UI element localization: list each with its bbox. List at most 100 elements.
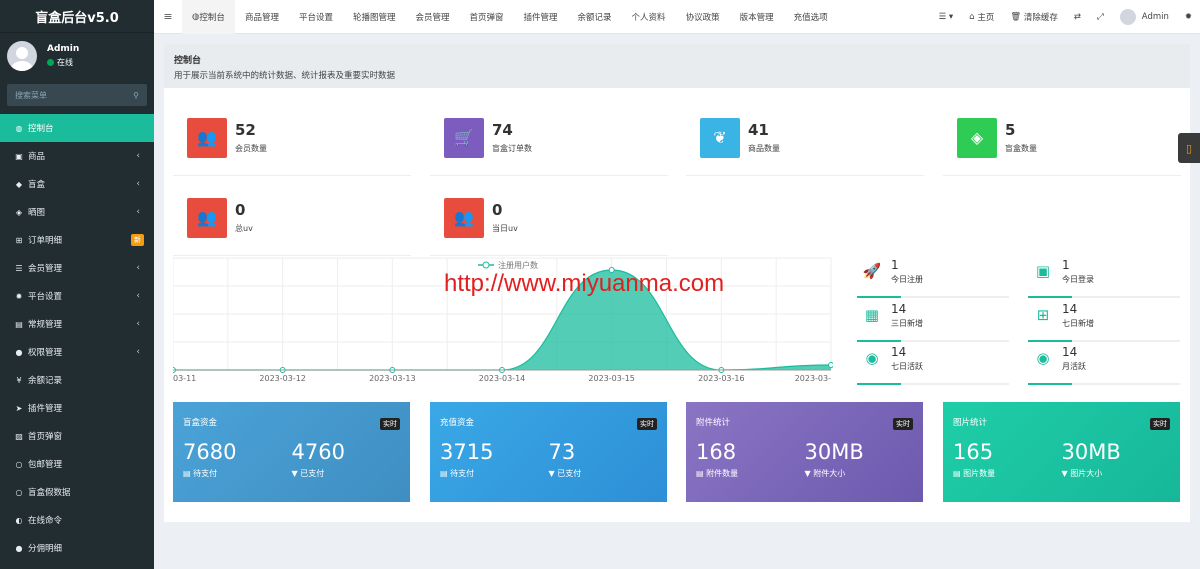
stat-label: 商品数量 (748, 144, 780, 153)
gem-icon: ◈ (15, 207, 23, 217)
sidebar-item-8[interactable]: ● 权限管理 ‹ (0, 338, 154, 366)
sidebar-item-9[interactable]: ¥ 余额记录 (0, 366, 154, 394)
card-value: 168 (696, 440, 737, 464)
chevron-left-icon[interactable]: ‹ (136, 263, 140, 273)
dashboard-icon: ◍ (15, 123, 23, 133)
sidebar-item-14[interactable]: ◐ 在线命令 (0, 506, 154, 534)
tab-1[interactable]: 商品管理 (235, 0, 289, 34)
user-status: 在线 (47, 57, 79, 68)
rocket-icon: ➤ (15, 403, 23, 413)
card-value: 73 (548, 440, 576, 464)
search-icon[interactable]: ⚲ (133, 91, 139, 100)
cube-icon: ◆ (15, 179, 23, 189)
image-icon: ▤ (953, 469, 964, 478)
card-value: 30MB (804, 440, 864, 464)
folder-icon: ▤ (15, 319, 23, 329)
side-settings-tab-icon[interactable]: ▯ (1178, 133, 1200, 163)
tab-3[interactable]: 轮播图管理 (343, 0, 406, 34)
sidebar-item-0[interactable]: ◍ 控制台 (0, 114, 154, 142)
group-icon: ● (15, 347, 23, 357)
chevron-left-icon[interactable]: ‹ (136, 319, 140, 329)
card-sub: ▼ 已支付 (549, 468, 658, 479)
sidebar-item-12[interactable]: ○ 包邮管理 (0, 450, 154, 478)
sidebar-item-2[interactable]: ◆ 盲盒 ‹ (0, 170, 154, 198)
user-circle-icon: ◉ (1036, 349, 1050, 367)
sidebar-item-10[interactable]: ➤ 插件管理 (0, 394, 154, 422)
card-value: 7680 (183, 440, 237, 464)
tab-7[interactable]: 余额记录 (568, 0, 622, 34)
sidebar-item-1[interactable]: ▣ 商品 ‹ (0, 142, 154, 170)
tab-9[interactable]: 协议政策 (676, 0, 730, 34)
tab-8[interactable]: 个人资料 (622, 0, 676, 34)
mini-stat-label: 七日活跃 (891, 362, 923, 371)
filter-icon: ▼ (804, 469, 814, 478)
tab-2[interactable]: 平台设置 (289, 0, 343, 34)
stat-box: ❦ 41 商品数量 (686, 100, 924, 176)
x-tick-label: 2023-03-12 (259, 374, 306, 383)
stat-card: 图片统计 实时 165 ▤ 图片数量 30MB ▼ 图片大小 (943, 402, 1180, 502)
user-status-label: 在线 (57, 58, 73, 67)
sidebar: 盲盒后台v5.0 Admin 在线 搜索菜单 ⚲ ◍ 控制台 ▣ 商品 ‹ ◆ 盲盒 ‹ ◈ 晒图… (0, 0, 154, 569)
admin-menu[interactable]: Admin (1112, 9, 1177, 25)
card-title: 附件统计 (696, 418, 731, 428)
stat-box: 👥 0 当日uv (430, 180, 668, 256)
x-tick-label: 03-11 (173, 374, 196, 383)
chevron-left-icon[interactable]: ‹ (136, 347, 140, 357)
settings-icon[interactable]: ✹ (1177, 12, 1200, 22)
tab-10[interactable]: 版本管理 (730, 0, 784, 34)
chevron-left-icon[interactable]: ‹ (136, 151, 140, 161)
sidebar-item-4[interactable]: ⊞ 订单明细 新 (0, 226, 154, 254)
translate-icon[interactable]: ⇄ (1066, 12, 1089, 22)
sidebar-item-7[interactable]: ▤ 常规管理 ‹ (0, 310, 154, 338)
mini-stat: ▦ 14 三日新增 (857, 302, 1009, 342)
mini-stat-value: 14 (1062, 302, 1078, 316)
mini-stat-value: 1 (1062, 258, 1070, 272)
users-icon: ● (15, 543, 23, 553)
realtime-badge: 实时 (380, 418, 400, 430)
menu-search-input[interactable]: 搜索菜单 ⚲ (7, 84, 147, 106)
tab-4[interactable]: 会员管理 (405, 0, 459, 34)
sidebar-item-13[interactable]: ○ 盲盒假数据 (0, 478, 154, 506)
home-link[interactable]: ⌂ 主页 (961, 11, 1002, 23)
chevron-left-icon[interactable]: ‹ (136, 207, 140, 217)
tab-11[interactable]: 充值选项 (784, 0, 838, 34)
app-title[interactable]: 盲盒后台v5.0 (0, 0, 154, 33)
stat-box: 👥 52 会员数量 (173, 100, 411, 176)
mini-stat-value: 14 (1062, 345, 1078, 359)
card-sub-label: 附件大小 (813, 469, 846, 478)
stat-label: 总uv (235, 224, 253, 233)
sidebar-toggle-icon[interactable]: ≡ (154, 10, 182, 23)
clear-cache-button[interactable]: 🗑 清除缓存 (1002, 11, 1066, 23)
stat-label: 会员数量 (235, 144, 267, 153)
page-header: 控制台 用于展示当前系统中的统计数据、统计报表及重要实时数据 (164, 44, 1190, 88)
sidebar-item-label: 常规管理 (28, 320, 63, 330)
circle-icon: ○ (15, 459, 23, 469)
sidebar-item-15[interactable]: ● 分佣明细 (0, 534, 154, 562)
sidebar-item-11[interactable]: ▨ 首页弹窗 (0, 422, 154, 450)
tab-0[interactable]: ◍ 控制台 (182, 0, 235, 34)
mini-stat-label: 今日登录 (1062, 275, 1094, 284)
stat-value: 0 (492, 201, 503, 219)
sidebar-item-3[interactable]: ◈ 晒图 ‹ (0, 198, 154, 226)
card-sub: ▼ 附件大小 (805, 468, 914, 479)
shopping-bag-icon: ▣ (15, 151, 23, 161)
tab-5[interactable]: 首页弹窗 (460, 0, 514, 34)
sidebar-item-label: 商品 (28, 152, 46, 162)
tab-6[interactable]: 插件管理 (514, 0, 568, 34)
fullscreen-icon[interactable]: ⤢ (1089, 12, 1112, 22)
gear-icon: ✹ (15, 291, 23, 301)
image-icon: ▨ (15, 431, 23, 441)
layout-menu-icon[interactable]: ☰ ▾ (931, 12, 962, 22)
x-tick-label: 2023-03-15 (588, 374, 635, 383)
chevron-left-icon[interactable]: ‹ (136, 179, 140, 189)
admin-label: Admin (1141, 12, 1169, 22)
stat-value: 0 (235, 201, 246, 219)
tab-label: 充值选项 (793, 12, 828, 23)
sidebar-item-5[interactable]: ☰ 会员管理 ‹ (0, 254, 154, 282)
tab-label: 个人资料 (631, 12, 666, 23)
sidebar-item-6[interactable]: ✹ 平台设置 ‹ (0, 282, 154, 310)
tab-label: 会员管理 (415, 12, 450, 23)
tab-label: 轮播图管理 (352, 12, 396, 23)
chevron-left-icon[interactable]: ‹ (136, 291, 140, 301)
chart-legend: 注册用户数 (498, 260, 538, 270)
